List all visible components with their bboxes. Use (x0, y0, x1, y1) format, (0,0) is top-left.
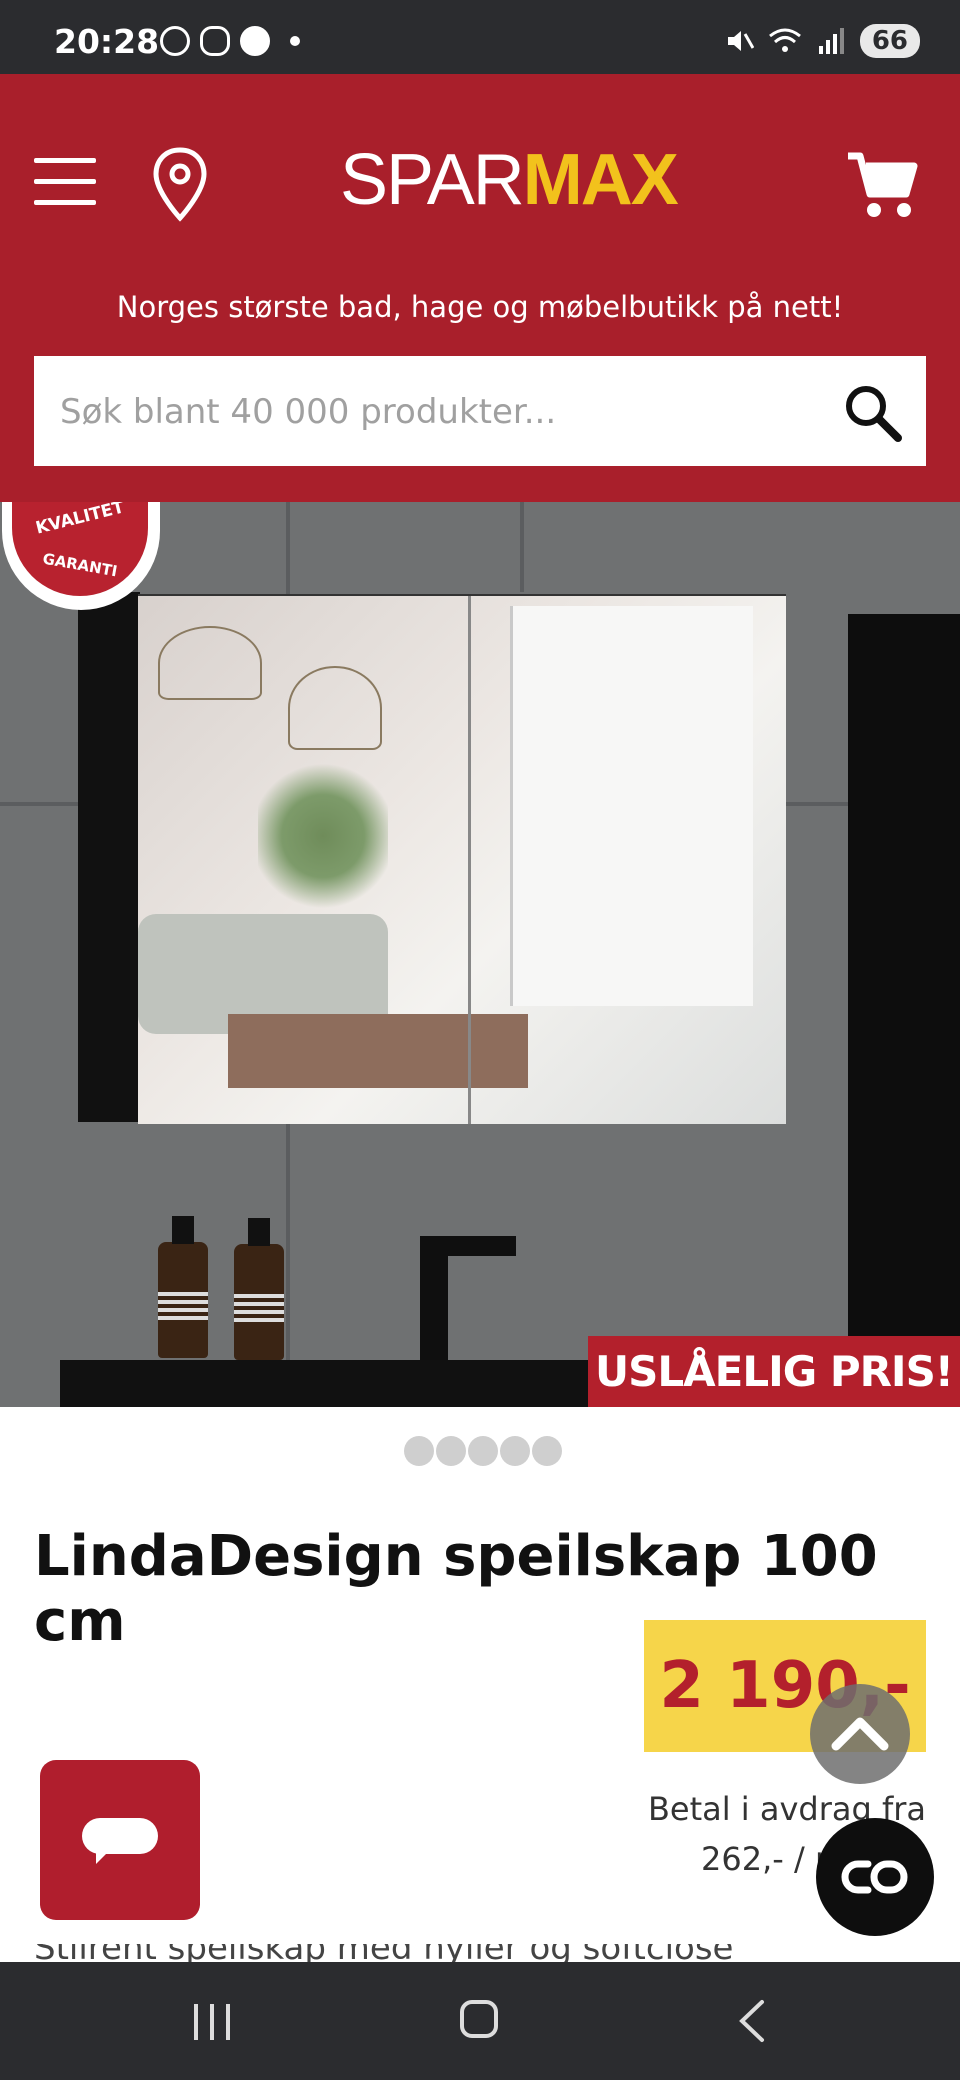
cart-icon[interactable] (846, 150, 920, 220)
search-icon[interactable] (842, 382, 902, 442)
search-bar (34, 356, 926, 468)
chat-icon (82, 1818, 158, 1854)
badge-bottom-text: GARANTI (41, 549, 119, 581)
facebook-icon (240, 26, 270, 56)
chat-button[interactable] (40, 1760, 200, 1920)
site-header: SPARMAX Norges største bad, hage og møbe… (0, 74, 960, 502)
mute-icon (727, 31, 754, 51)
more-notifications-dot-icon (290, 36, 300, 46)
mirror-doors (138, 594, 786, 1124)
gallery-dots (404, 1436, 562, 1466)
co-widget-button[interactable] (816, 1818, 934, 1936)
gallery-dot[interactable] (436, 1436, 466, 1466)
gallery-dot[interactable] (500, 1436, 530, 1466)
badge-top-text: KVALITET (33, 502, 127, 539)
home-icon[interactable] (460, 2000, 498, 2038)
logo-max: MAX (522, 140, 679, 220)
tagline: Norges største bad, hage og møbelbutikk … (116, 290, 844, 324)
co-icon (841, 1860, 908, 1894)
soap-bottle (158, 1216, 208, 1358)
soap-bottle (234, 1218, 284, 1360)
recent-apps-icon[interactable] (192, 2004, 232, 2040)
toyota-app-icon (200, 26, 230, 56)
chevron-up-icon (831, 1717, 889, 1751)
signal-icon (818, 28, 844, 54)
product-description: Stilrent speilskap med hyller og softclo… (34, 1944, 934, 1962)
location-pin-icon[interactable] (150, 146, 210, 222)
description-text: Stilrent speilskap med hyller og softclo… (34, 1944, 733, 1962)
gallery-dot[interactable] (468, 1436, 498, 1466)
gallery-dot[interactable] (532, 1436, 562, 1466)
logo-spar: SPAR (340, 140, 525, 220)
sync-icon (160, 26, 190, 56)
hamburger-icon[interactable] (34, 154, 96, 210)
status-system-icons: 66 (724, 24, 920, 58)
status-notification-icons (160, 26, 300, 56)
status-time: 20:28 (54, 22, 160, 61)
promo-label: USLÅELIG PRIS! (588, 1336, 960, 1407)
sparmax-logo[interactable]: SPARMAX (340, 144, 679, 216)
cabinet-side (78, 592, 140, 1122)
search-input[interactable] (58, 356, 822, 468)
scroll-to-top-button[interactable] (810, 1684, 910, 1784)
system-navigation-bar (0, 1962, 960, 2080)
back-icon[interactable] (732, 1998, 772, 2044)
status-bar: 20:28 66 (0, 0, 960, 74)
wifi-icon (768, 28, 801, 52)
cabinet-right (848, 614, 960, 1374)
product-image[interactable]: KVALITET GARANTI USLÅELIG PRIS! (0, 502, 960, 1407)
gallery-dot[interactable] (404, 1436, 434, 1466)
battery-level: 66 (859, 24, 920, 58)
